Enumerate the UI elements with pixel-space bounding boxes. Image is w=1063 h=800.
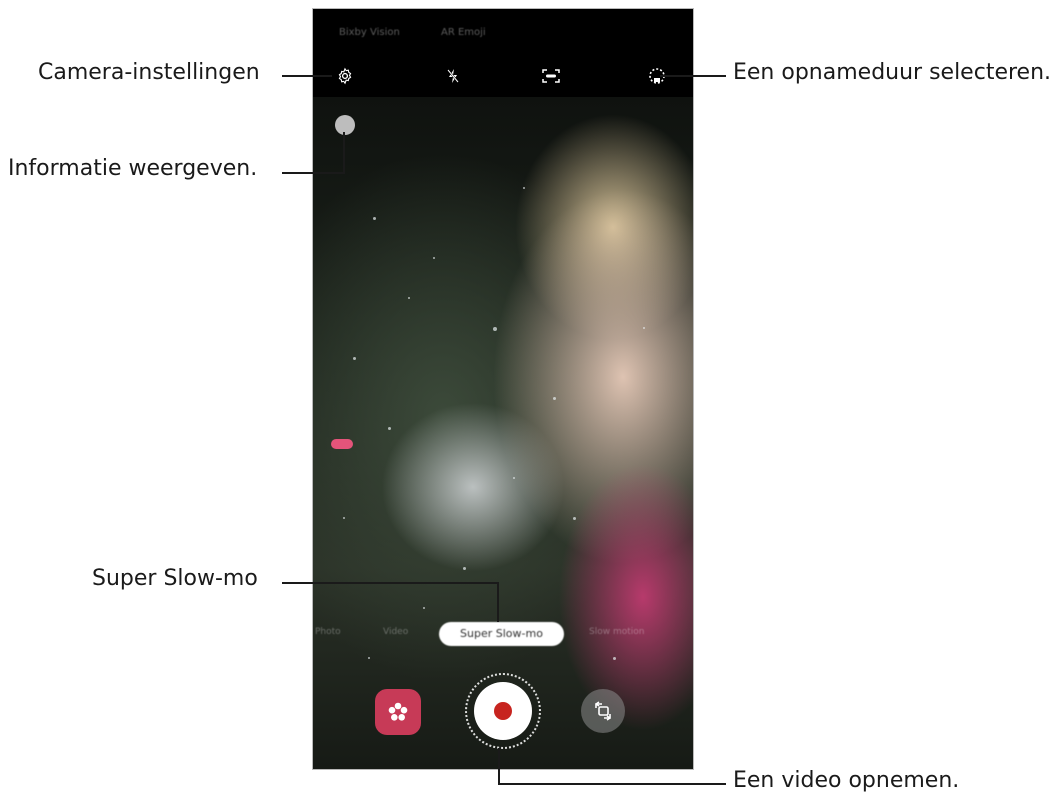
leader-line <box>282 75 332 77</box>
mode-ar-emoji[interactable]: AR Emoji <box>441 27 486 38</box>
leader-line <box>497 582 499 622</box>
mode-super-slowmo[interactable]: Super Slow-mo <box>439 622 564 646</box>
callout-show-info: Informatie weergeven. <box>8 156 258 181</box>
leader-line <box>343 132 345 174</box>
callout-select-duration: Een opnameduur selecteren. <box>733 60 1052 85</box>
record-icon <box>494 702 512 720</box>
leader-line <box>498 783 726 785</box>
bixby-flower-icon <box>388 702 408 721</box>
bixby-vision-button[interactable] <box>375 689 421 735</box>
gear-icon[interactable] <box>334 65 356 87</box>
mode-slow-motion[interactable]: Slow motion <box>589 627 644 637</box>
switch-camera-button[interactable] <box>581 689 625 733</box>
switch-camera-icon <box>595 701 611 721</box>
callout-record-video: Een video opnemen. <box>733 768 960 793</box>
top-mode-row: Bixby Vision AR Emoji <box>313 27 693 47</box>
callout-super-slowmo: Super Slow-mo <box>92 566 258 591</box>
leader-line <box>282 172 345 174</box>
leader-line <box>498 748 500 784</box>
motion-detection-icon[interactable] <box>540 65 562 87</box>
mode-video[interactable]: Video <box>383 627 408 637</box>
phone-screen: Bixby Vision AR Emoji Photo Video Super … <box>312 8 694 770</box>
mode-photo[interactable]: Photo <box>315 627 341 637</box>
leader-line <box>282 582 499 584</box>
top-bar: Bixby Vision AR Emoji <box>313 9 693 97</box>
camera-preview[interactable] <box>313 97 693 769</box>
flash-off-icon[interactable] <box>442 65 464 87</box>
callout-camera-settings: Camera-instellingen <box>38 60 260 85</box>
record-button[interactable] <box>474 682 532 740</box>
leader-line <box>660 75 726 77</box>
page: Bixby Vision AR Emoji Photo Video Super … <box>0 0 1063 800</box>
info-dot-icon[interactable] <box>335 115 355 135</box>
mode-bixby-vision[interactable]: Bixby Vision <box>339 27 400 38</box>
